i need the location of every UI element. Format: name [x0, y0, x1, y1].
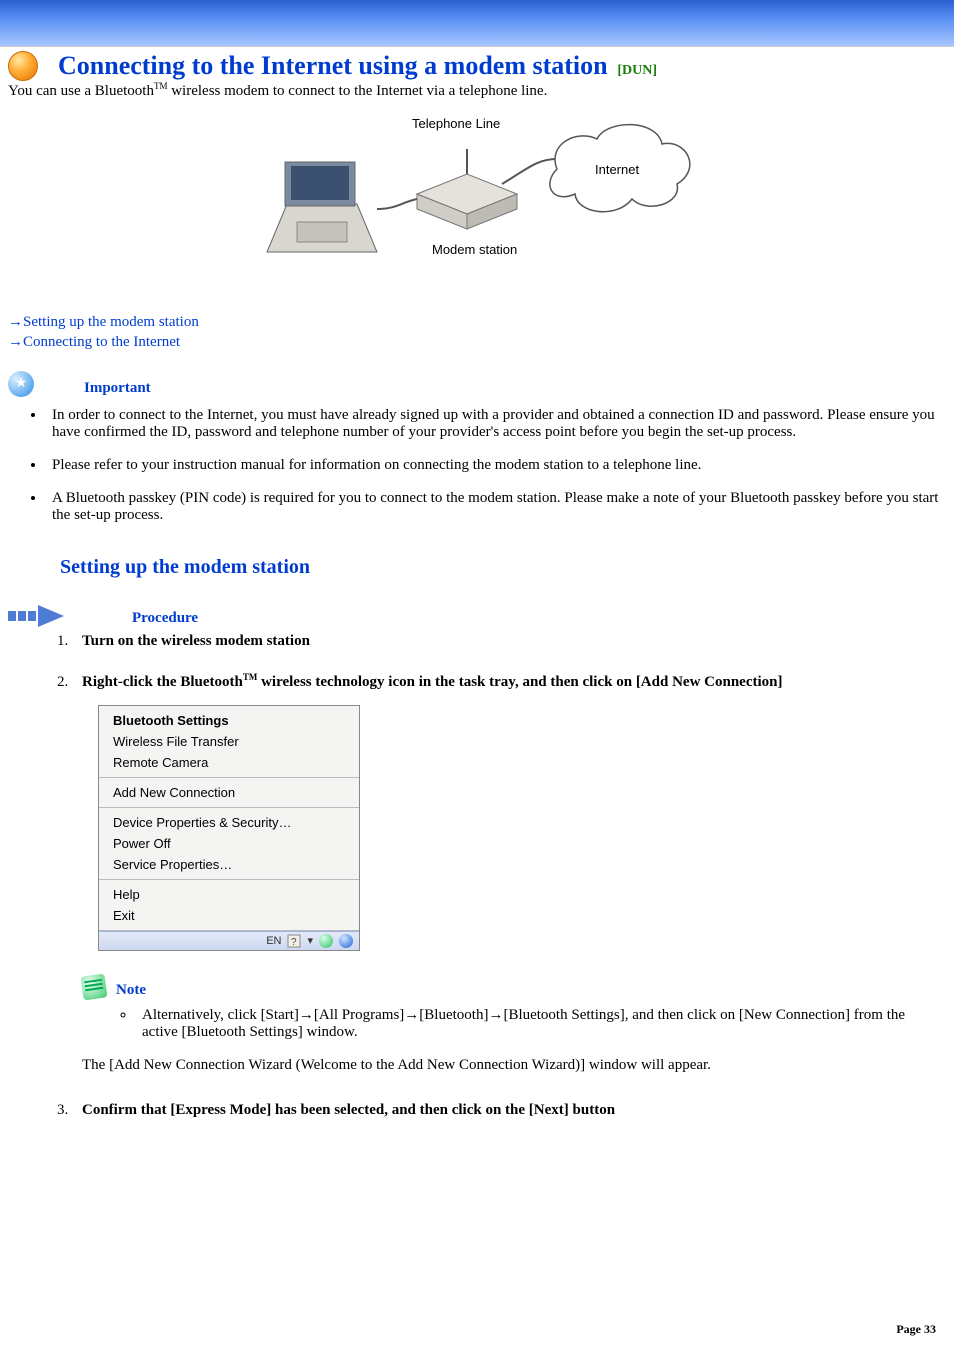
- link-arrow-2: →: [8, 334, 23, 350]
- menu-help[interactable]: Help: [99, 884, 359, 905]
- page-title: Connecting to the Internet using a modem…: [58, 51, 608, 80]
- important-label: Important: [84, 380, 151, 397]
- jump-links: →Setting up the modem station →Connectin…: [0, 312, 954, 353]
- procedure-header: Procedure: [0, 583, 954, 627]
- wire-2: [502, 159, 557, 184]
- step-1-text: Turn on the wireless modem station: [82, 633, 310, 649]
- note-item-1: Alternatively, click [Start]→[All Progra…: [136, 1007, 938, 1041]
- modem-icon: Modem station: [417, 149, 517, 257]
- diagram-label-modem: Modem station: [432, 242, 517, 257]
- task-tray: EN ? ▾: [99, 931, 359, 950]
- menu-power-off[interactable]: Power Off: [99, 833, 359, 854]
- note-list: Alternatively, click [Start]→[All Progra…: [82, 1007, 946, 1041]
- page-number: Page 33: [896, 1322, 936, 1337]
- procedure-arrow-icon: [8, 605, 64, 627]
- tm-mark: TM: [154, 81, 168, 91]
- menu-device-properties[interactable]: Device Properties & Security…: [99, 812, 359, 833]
- tray-green-icon[interactable]: [319, 934, 333, 948]
- page-title-tag: [DUN]: [617, 63, 657, 78]
- procedure-step-1: Turn on the wireless modem station: [72, 633, 946, 650]
- menu-bluetooth-settings[interactable]: Bluetooth Settings: [99, 710, 359, 731]
- wizard-appear-text: The [Add New Connection Wizard (Welcome …: [82, 1051, 946, 1080]
- important-item-3: A Bluetooth passkey (PIN code) is requir…: [46, 490, 946, 524]
- menu-wireless-file-transfer[interactable]: Wireless File Transfer: [99, 731, 359, 752]
- tray-help-icon[interactable]: ?: [287, 934, 301, 948]
- intro-suffix: wireless modem to connect to the Interne…: [167, 83, 547, 99]
- context-menu: Bluetooth Settings Wireless File Transfe…: [98, 705, 360, 951]
- procedure-list: Turn on the wireless modem station Right…: [0, 633, 954, 1119]
- wire-1: [377, 199, 417, 209]
- important-item-2: Please refer to your instruction manual …: [46, 457, 946, 474]
- tray-bluetooth-icon[interactable]: [339, 934, 353, 948]
- header-orb-icon: [8, 51, 38, 81]
- section-setup-title: Setting up the modem station: [0, 540, 954, 583]
- cloud-icon: Internet: [550, 125, 690, 212]
- important-header: Important: [0, 353, 954, 403]
- link-arrow-1: →: [8, 314, 23, 330]
- important-item-1: In order to connect to the Internet, you…: [46, 407, 946, 441]
- menu-remote-camera[interactable]: Remote Camera: [99, 752, 359, 773]
- diagram-label-telephone: Telephone Line: [412, 116, 500, 131]
- note-header: Note: [82, 951, 946, 1003]
- step-2-suffix: wireless technology icon in the task tra…: [257, 674, 782, 690]
- star-icon: [8, 371, 34, 397]
- note-icon: [80, 973, 107, 1000]
- link-setup-modem[interactable]: Setting up the modem station: [23, 314, 199, 330]
- laptop-icon: [267, 162, 377, 252]
- important-list: In order to connect to the Internet, you…: [0, 407, 954, 524]
- step-3-text: Confirm that [Express Mode] has been sel…: [82, 1102, 615, 1118]
- procedure-step-2: Right-click the BluetoothTM wireless tec…: [72, 672, 946, 1080]
- procedure-step-3: Confirm that [Express Mode] has been sel…: [72, 1102, 946, 1119]
- top-banner: [0, 0, 954, 47]
- step-2-tm: TM: [243, 672, 258, 682]
- step-2-prefix: Right-click the Bluetooth: [82, 674, 243, 690]
- svg-text:?: ?: [291, 937, 297, 948]
- diagram-svg: Telephone Line Modem station Internet: [257, 114, 697, 294]
- menu-exit[interactable]: Exit: [99, 905, 359, 926]
- tray-lang[interactable]: EN: [266, 935, 281, 947]
- procedure-label: Procedure: [132, 610, 198, 627]
- intro-prefix: You can use a Bluetooth: [8, 83, 154, 99]
- page-header: Connecting to the Internet using a modem…: [0, 51, 954, 81]
- menu-add-new-connection[interactable]: Add New Connection: [99, 782, 359, 803]
- connection-diagram: Telephone Line Modem station Internet: [0, 114, 954, 294]
- note-label: Note: [116, 982, 146, 999]
- diagram-label-internet: Internet: [595, 162, 639, 177]
- tray-separator: ▾: [307, 934, 313, 947]
- intro-text: You can use a BluetoothTM wireless modem…: [0, 81, 954, 100]
- link-connect-internet[interactable]: Connecting to the Internet: [23, 334, 180, 350]
- menu-service-properties[interactable]: Service Properties…: [99, 854, 359, 875]
